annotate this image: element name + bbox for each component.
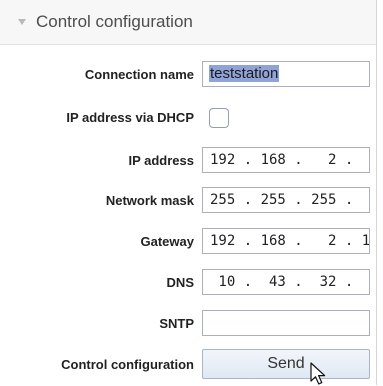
sntp-row: SNTP — [0, 310, 376, 338]
network-mask-label: Network mask — [105, 193, 194, 208]
gateway-label: Gateway — [140, 234, 194, 249]
dns-input[interactable]: 10 . 43 . 32 . 2 — [202, 269, 370, 295]
sntp-label: SNTP — [159, 316, 194, 331]
sntp-input[interactable] — [202, 310, 370, 336]
network-mask-row: Network mask 255 . 255 . 255 . 0 — [0, 187, 376, 215]
gateway-input[interactable]: 192 . 168 . 2 . 150 — [202, 228, 370, 254]
dns-row: DNS 10 . 43 . 32 . 2 — [0, 269, 376, 297]
dhcp-row: IP address via DHCP — [0, 106, 376, 134]
connection-name-input[interactable]: teststation — [202, 61, 370, 87]
ip-address-row: IP address 192 . 168 . 2 . 2 — [0, 147, 376, 175]
chevron-down-icon[interactable] — [18, 19, 26, 25]
connection-name-value: teststation — [209, 65, 280, 82]
dhcp-label: IP address via DHCP — [66, 110, 194, 125]
mouse-cursor-icon — [310, 362, 326, 385]
send-button[interactable]: Send — [202, 349, 370, 379]
connection-name-row: Connection name teststation — [0, 61, 376, 89]
control-configuration-label: Control configuration — [61, 357, 194, 372]
ip-address-input[interactable]: 192 . 168 . 2 . 2 — [202, 147, 370, 173]
dns-label: DNS — [166, 275, 194, 290]
dhcp-checkbox[interactable] — [209, 108, 229, 128]
control-configuration-panel: Control configuration Connection name te… — [0, 0, 377, 385]
network-mask-input[interactable]: 255 . 255 . 255 . 0 — [202, 187, 370, 213]
section-title: Control configuration — [36, 12, 193, 31]
connection-name-label: Connection name — [84, 67, 194, 82]
section-header[interactable]: Control configuration — [0, 0, 376, 45]
ip-address-label: IP address — [128, 153, 194, 168]
gateway-row: Gateway 192 . 168 . 2 . 150 — [0, 228, 376, 256]
